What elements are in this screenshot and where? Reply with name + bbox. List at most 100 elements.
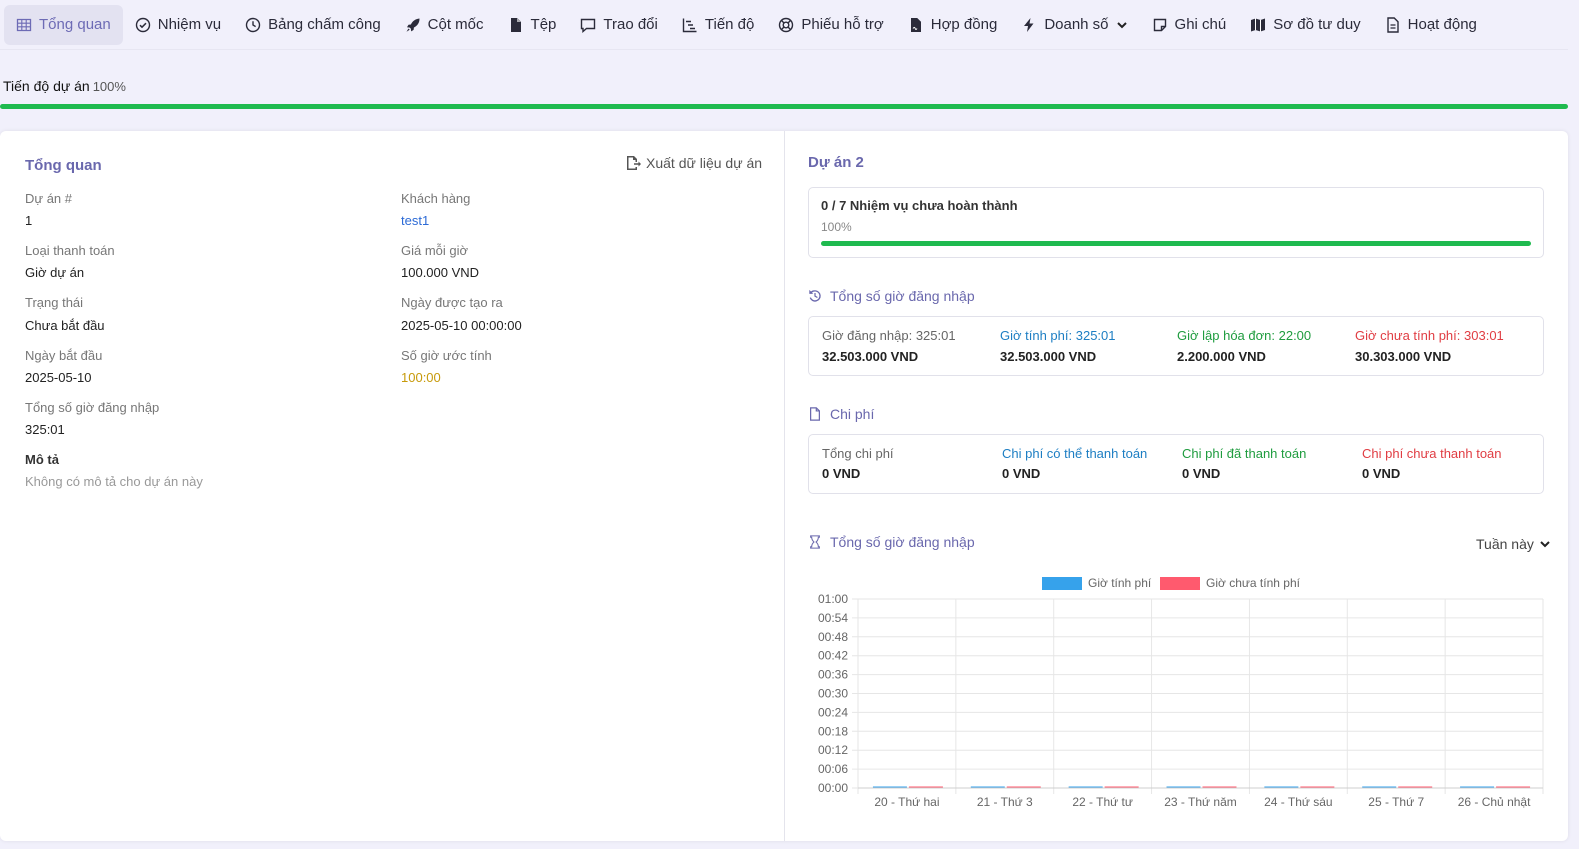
hours-stat-label: Giờ chưa tính phí: 303:01	[1355, 328, 1504, 343]
project-name: Dự án 2	[808, 154, 864, 171]
hours-stat-label: Giờ đăng nhập: 325:01	[822, 328, 956, 343]
logged-hours-value: 325:01	[25, 422, 65, 437]
column-divider	[784, 131, 785, 841]
legend-label: Giờ tính phí	[1088, 576, 1152, 590]
tab-contract[interactable]: Hợp đồng	[896, 5, 1010, 45]
estimate-value: 100:00	[401, 370, 441, 385]
tab-file[interactable]: Tệp	[496, 5, 569, 45]
y-tick-label: 01:00	[818, 592, 848, 606]
tab-gantt[interactable]: Tiến độ	[670, 5, 766, 45]
tasks-progress-bar	[821, 241, 1531, 246]
tab-label: Tổng quan	[39, 16, 111, 33]
project-progress-bar	[0, 104, 1568, 109]
y-tick-label: 00:06	[818, 762, 848, 776]
logged-hours-label: Tổng số giờ đăng nhập	[25, 400, 160, 415]
tab-rocket[interactable]: Cột mốc	[393, 5, 496, 45]
estimate-label: Số giờ ước tính	[401, 348, 492, 363]
expense-stat-label: Chi phí chưa thanh toán	[1362, 446, 1502, 461]
hours-stat-value: 325:01	[915, 328, 956, 343]
start-date-label: Ngày bắt đầu	[25, 348, 103, 363]
x-tick-label: 21 - Thứ 3	[977, 795, 1033, 809]
hours-heading-text: Tổng số giờ đăng nhập	[830, 288, 975, 304]
expense-stat-label: Chi phí đã thanh toán	[1182, 446, 1307, 461]
tasks-percent: 100%	[821, 220, 852, 234]
period-dropdown[interactable]: Tuần này	[1476, 536, 1551, 552]
start-date-value: 2025-05-10	[25, 370, 92, 385]
y-tick-label: 00:54	[818, 611, 848, 625]
export-icon	[627, 156, 641, 170]
hours-stat-amount: 32.503.000 VND	[1000, 349, 1097, 364]
expense-box: Tổng chi phí 0 VND Chi phí có thể thanh to…	[808, 434, 1544, 494]
file-icon	[810, 407, 820, 421]
document-icon	[1386, 16, 1399, 33]
hours-stat-amount: 32.503.000 VND	[822, 349, 919, 364]
export-label: Xuất dữ liệu dự án	[646, 155, 763, 171]
hours-stat-amount: 30.303.000 VND	[1355, 349, 1452, 364]
expense-stat-amount: 0 VND	[1002, 466, 1041, 481]
history-icon	[809, 289, 821, 302]
x-tick-label: 23 - Thứ năm	[1164, 795, 1237, 809]
x-tick-label: 22 - Thứ tư	[1072, 795, 1133, 809]
hours-stat-value: 22:00	[1278, 328, 1312, 343]
x-tick-label: 20 - Thứ hai	[874, 795, 939, 809]
rate-label: Giá mỗi giờ	[401, 243, 469, 258]
billing-type-value: Giờ dự án	[25, 265, 85, 280]
overview-title: Tổng quan	[25, 157, 102, 174]
bolt-icon	[1024, 17, 1034, 32]
tab-grid[interactable]: Tổng quan	[4, 4, 123, 45]
x-tick-label: 26 - Chủ nhật	[1458, 795, 1531, 809]
hours-stat-caption: Giờ lập hóa đơn:	[1177, 328, 1279, 343]
legend-swatch	[1160, 577, 1200, 590]
project-progress-label: Tiến độ dự án 100%	[3, 78, 126, 94]
created-value: 2025-05-10 00:00:00	[401, 318, 522, 333]
description-label: Mô tả	[25, 452, 59, 467]
tab-label: Sơ đồ tư duy	[1273, 16, 1361, 33]
y-tick-label: 00:00	[818, 781, 848, 795]
project-no-label: Dự án #	[25, 191, 73, 206]
tab-label: Tệp	[530, 16, 557, 33]
export-project-button[interactable]: Xuất dữ liệu dự án	[625, 155, 762, 171]
tab-lifebuoy[interactable]: Phiếu hỗ trợ	[766, 5, 895, 45]
tab-label: Cột mốc	[427, 16, 484, 33]
tab-chat[interactable]: Trao đổi	[568, 5, 669, 45]
y-tick-label: 00:18	[818, 724, 848, 738]
legend-swatch	[1042, 577, 1082, 590]
description-value: Không có mô tả cho dự án này	[25, 474, 203, 489]
chevron-down-icon	[1540, 541, 1550, 548]
tab-label: Ghi chú	[1174, 16, 1227, 33]
tab-label: Tiến độ	[704, 16, 755, 33]
tab-bolt[interactable]: Doanh số	[1009, 5, 1139, 45]
tab-check-circle[interactable]: Nhiệm vụ	[123, 5, 233, 45]
tab-clock[interactable]: Bảng chấm công	[233, 5, 393, 45]
chevron-down-icon	[1116, 21, 1127, 28]
tab-document[interactable]: Hoạt động	[1373, 5, 1489, 45]
expense-stat-label: Tổng chi phí	[822, 446, 894, 461]
hours-bar-chart: Giờ tính phí Giờ chưa tính phí 00:00 00:06 0…	[818, 576, 1544, 809]
tab-label: Hoạt động	[1407, 16, 1477, 33]
tab-note[interactable]: Ghi chú	[1140, 5, 1239, 45]
tab-label: Trao đổi	[603, 16, 658, 33]
expense-stat-amount: 0 VND	[1182, 466, 1221, 481]
chart-heading: Tổng số giờ đăng nhập	[808, 534, 975, 550]
hours-stat-caption: Giờ tính phí:	[1000, 328, 1076, 343]
customer-link[interactable]: test1	[401, 213, 429, 228]
period-value: Tuần này	[1476, 536, 1534, 552]
hours-stat-value: 325:01	[1075, 328, 1116, 343]
created-label: Ngày được tạo ra	[401, 295, 503, 310]
check-circle-icon	[135, 17, 150, 32]
tab-label: Bảng chấm công	[268, 16, 381, 33]
y-tick-label: 00:12	[818, 743, 848, 757]
grid-icon	[16, 18, 32, 31]
expense-heading-text: Chi phí	[830, 406, 875, 422]
hours-stat-amount: 2.200.000 VND	[1177, 349, 1266, 364]
progress-title: Tiến độ dự án	[3, 78, 90, 94]
tasks-summary: 0 / 7 Nhiệm vụ chưa hoàn thành	[821, 198, 1018, 213]
y-tick-label: 00:48	[818, 630, 848, 644]
expense-stat-label: Chi phí có thể thanh toán	[1002, 446, 1148, 461]
hours-stat-caption: Giờ chưa tính phí:	[1355, 328, 1465, 343]
tab-map[interactable]: Sơ đồ tư duy	[1238, 5, 1372, 45]
hours-stat-label: Giờ lập hóa đơn: 22:00	[1177, 328, 1311, 343]
billing-type-label: Loại thanh toán	[25, 243, 115, 258]
project-tabs: Tổng quan Nhiệm vụ Bảng chấm công Cột mốc Tệ…	[0, 0, 1568, 50]
map-icon	[1251, 18, 1266, 31]
